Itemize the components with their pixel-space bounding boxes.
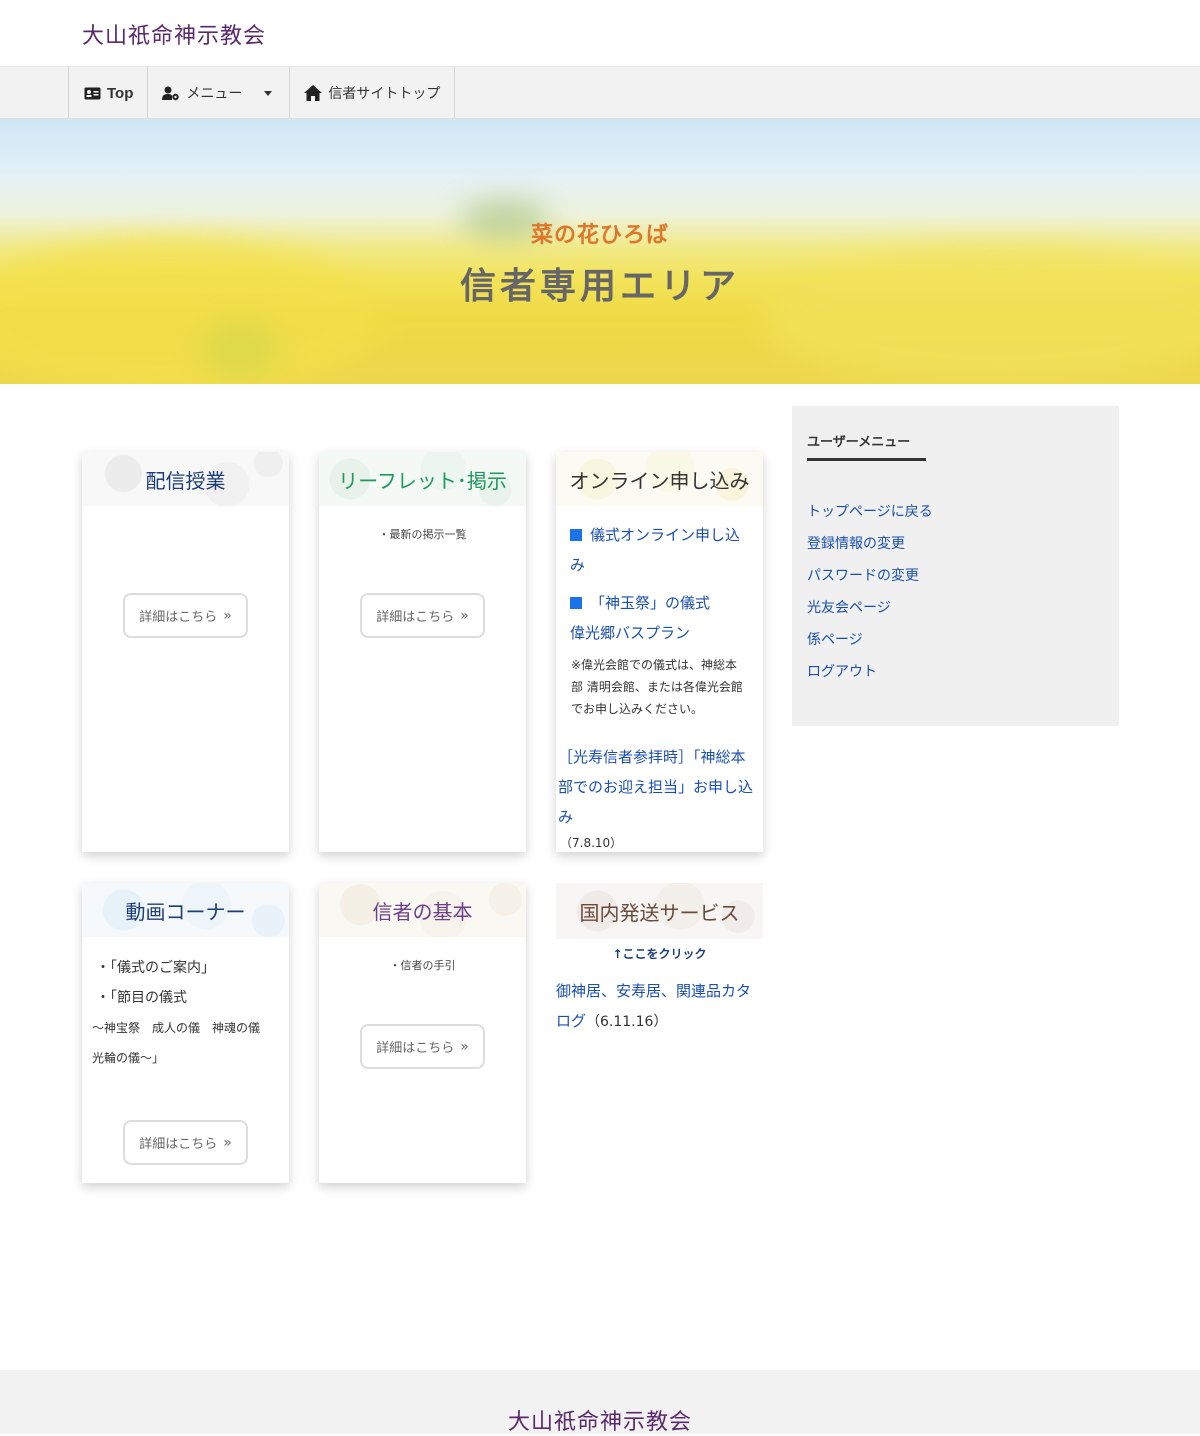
details-button-label: 詳細はこちら: [376, 1041, 455, 1056]
shipping-header[interactable]: 国内発送サービス: [556, 883, 763, 939]
details-button-label: 詳細はこちら: [139, 1137, 218, 1152]
shipping-section: 国内発送サービス ↑ここをクリック 御神居、安寿居、関連品カタログ（6.11.1…: [556, 883, 763, 1037]
card-title: 動画コーナー: [125, 899, 246, 924]
basics-note[interactable]: ・信者の手引: [319, 957, 526, 973]
card-header[interactable]: 信者の基本: [319, 883, 526, 937]
video-items: ・「儀式のご案内」 ・「節目の儀式 〜神宝祭 成人の儀 神魂の儀 光輪の儀〜」: [82, 937, 289, 1073]
shipping-catalog: 御神居、安寿居、関連品カタログ（6.11.16）: [556, 976, 763, 1037]
main-content: 配信授業 詳細はこちら » リーフレット･掲示 ・最新の掲示一覧 詳細はこちら …: [0, 384, 1200, 1370]
online-link-rites[interactable]: 儀式オンライン申し込み: [570, 520, 749, 580]
card-header[interactable]: 配信授業: [82, 452, 289, 506]
shipping-catalog-date: （6.11.16）: [586, 1014, 668, 1030]
online-link-welcome[interactable]: ［光寿信者参拝時］「神総本部でのお迎え担当」お申し込み: [556, 720, 763, 832]
double-chevron-right-icon: »: [460, 607, 469, 624]
card-streaming: 配信授業 詳細はこちら »: [82, 452, 289, 852]
card-title: オンライン申し込み: [569, 468, 750, 493]
details-button[interactable]: 詳細はこちら »: [123, 1120, 248, 1165]
video-item[interactable]: ・「儀式のご案内」: [96, 953, 275, 983]
card-video: 動画コーナー ・「儀式のご案内」 ・「節目の儀式 〜神宝祭 成人の儀 神魂の儀 …: [82, 883, 289, 1183]
card-online: オンライン申し込み 儀式オンライン申し込み 「神玉祭」の儀式 偉光郷バスプラン …: [556, 452, 763, 852]
online-link-shingyokusai[interactable]: 「神玉祭」の儀式: [570, 588, 749, 618]
site-footer: 大山祇命神示教会: [0, 1370, 1200, 1436]
nav-menu-dropdown[interactable]: メニュー: [147, 67, 289, 119]
nav-top-label: Top: [107, 84, 134, 102]
online-link-label: 儀式オンライン申し込み: [570, 526, 741, 574]
square-bullet-icon: [570, 597, 582, 609]
hero-title: 信者専用エリア: [459, 266, 740, 307]
nav-top-link[interactable]: Top: [68, 67, 147, 119]
nav-items: Top メニュー 信者サイトトップ: [68, 67, 456, 119]
hero-banner: 菜の花ひろば 信者専用エリア: [0, 119, 1200, 384]
chevron-down-icon: [264, 90, 273, 96]
site-logo[interactable]: 大山祇命神示教会: [82, 18, 266, 50]
hero-stem-blur: [200, 319, 280, 379]
online-links: 儀式オンライン申し込み 「神玉祭」の儀式 偉光郷バスプラン: [556, 506, 763, 648]
footer-logo[interactable]: 大山祇命神示教会: [0, 1404, 1200, 1436]
site-header: 大山祇命神示教会: [0, 0, 1200, 66]
nav-menu-label: メニュー: [186, 86, 243, 102]
card-title: 信者の基本: [372, 899, 473, 924]
user-menu-title: ユーザーメニュー: [807, 435, 911, 450]
details-button[interactable]: 詳細はこちら »: [360, 1024, 485, 1069]
details-button-label: 詳細はこちら: [139, 610, 218, 625]
video-item-detail: 〜神宝祭 成人の儀 神魂の儀: [92, 1021, 261, 1035]
click-here-note: ↑ここをクリック: [612, 947, 707, 961]
user-gear-icon: [162, 84, 180, 102]
details-button-label: 詳細はこちら: [376, 610, 455, 625]
card-leaflet: リーフレット･掲示 ・最新の掲示一覧 詳細はこちら »: [319, 452, 526, 852]
card-header[interactable]: 動画コーナー: [82, 883, 289, 937]
menu-item-logout[interactable]: ログアウト: [807, 656, 933, 688]
double-chevron-right-icon: »: [223, 607, 232, 624]
card-header[interactable]: リーフレット･掲示: [319, 452, 526, 506]
card-header[interactable]: オンライン申し込み: [556, 452, 763, 506]
nav-home-link[interactable]: 信者サイトトップ: [289, 67, 456, 119]
details-button[interactable]: 詳細はこちら »: [123, 593, 248, 638]
shipping-title: 国内発送サービス: [579, 900, 740, 925]
double-chevron-right-icon: »: [460, 1038, 469, 1055]
nav-home-label: 信者サイトトップ: [328, 86, 441, 102]
online-note: ※偉光会館での儀式は、神総本部 清明会館、または各偉光会館でお申し込みください。: [571, 658, 743, 716]
card-basics: 信者の基本 ・信者の手引 詳細はこちら »: [319, 883, 526, 1183]
menu-item-change-password[interactable]: パスワードの変更: [807, 560, 933, 592]
video-item-detail: 光輪の儀〜」: [92, 1051, 165, 1065]
home-icon: [304, 84, 323, 102]
online-link-date: （7.8.10）: [560, 836, 623, 850]
menu-item-staff-page[interactable]: 係ページ: [807, 624, 933, 656]
double-chevron-right-icon: »: [223, 1134, 232, 1151]
menu-item-koyukai[interactable]: 光友会ページ: [807, 592, 933, 624]
online-link-label: 「神玉祭」の儀式: [590, 594, 711, 612]
card-title: リーフレット･掲示: [338, 468, 507, 493]
menu-item-edit-profile[interactable]: 登録情報の変更: [807, 528, 933, 560]
user-menu-list: トップページに戻る 登録情報の変更 パスワードの変更 光友会ページ 係ページ ロ…: [807, 496, 933, 688]
user-menu-sidebar: ユーザーメニュー トップページに戻る 登録情報の変更 パスワードの変更 光友会ペ…: [792, 406, 1119, 726]
online-link-bus-plan[interactable]: 偉光郷バスプラン: [570, 618, 749, 648]
hero-subtitle: 菜の花ひろば: [530, 223, 669, 248]
menu-item-back-to-top[interactable]: トップページに戻る: [807, 496, 933, 528]
video-item[interactable]: ・「節目の儀式: [96, 983, 275, 1013]
main-navbar: Top メニュー 信者サイトトップ: [0, 66, 1200, 119]
square-bullet-icon: [570, 529, 582, 541]
id-card-icon: [83, 84, 101, 102]
title-underline: [807, 458, 926, 461]
card-title: 配信授業: [145, 468, 226, 493]
leaflet-note[interactable]: ・最新の掲示一覧: [319, 526, 526, 542]
details-button[interactable]: 詳細はこちら »: [360, 593, 485, 638]
